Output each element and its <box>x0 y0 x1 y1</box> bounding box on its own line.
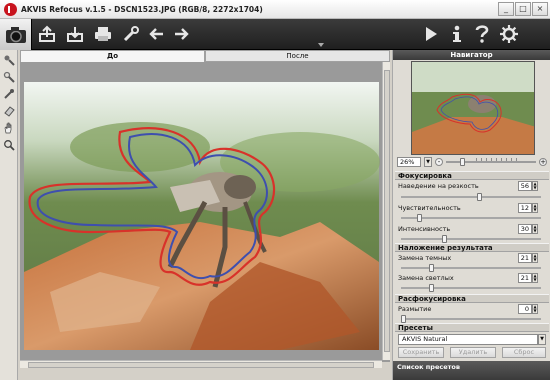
window-controls: _ □ × <box>498 2 548 16</box>
dark-replace-value[interactable]: 21 <box>518 253 532 263</box>
delete-preset-button[interactable]: Удалить <box>450 347 496 358</box>
presets-section-title: Пресеты <box>395 323 549 332</box>
settings-icon[interactable] <box>498 23 520 45</box>
dark-replace-label: Замена темных <box>398 254 452 262</box>
main-toolbar <box>0 19 550 50</box>
intensity-spin-icon[interactable]: ▲ ▼ <box>532 224 538 234</box>
blur-brush-icon[interactable] <box>2 70 16 84</box>
sharpness-slider[interactable] <box>401 193 541 201</box>
save-icon[interactable] <box>64 23 86 45</box>
preset-dropdown-icon[interactable]: ▼ <box>538 334 546 345</box>
zoom-value[interactable]: 26% <box>397 157 421 167</box>
light-replace-label: Замена светлых <box>398 274 454 282</box>
dropper-icon[interactable] <box>2 87 16 101</box>
zoom-in-button[interactable]: + <box>539 158 547 166</box>
image-canvas[interactable] <box>20 62 390 362</box>
zoom-slider[interactable] <box>446 158 536 166</box>
maximize-button[interactable]: □ <box>515 2 531 16</box>
sensitivity-value[interactable]: 12 <box>518 203 532 213</box>
blur-label: Размытие <box>398 305 432 313</box>
moth-photo <box>24 82 380 350</box>
settings-panel: Навигатор 26% ▼ - + Фокусировка Наведени… <box>392 50 550 380</box>
tab-after[interactable]: После <box>205 50 390 62</box>
light-replace-slider[interactable] <box>401 284 541 292</box>
focus-brush-icon[interactable] <box>2 53 16 67</box>
vertical-scroll-thumb[interactable] <box>384 70 390 352</box>
blur-slider-knob[interactable] <box>401 315 406 323</box>
sharpness-value[interactable]: 56 <box>518 181 532 191</box>
zoom-ticks <box>476 158 520 161</box>
close-button[interactable]: × <box>532 2 548 16</box>
title-bar: AKVIS Refocus v.1.5 - DSCN1523.JPG (RGB/… <box>0 0 550 19</box>
reset-preset-button[interactable]: Сброс <box>502 347 546 358</box>
hand-icon[interactable] <box>2 121 16 135</box>
blur-spin-icon[interactable]: ▲ ▼ <box>532 304 538 314</box>
zoom-dropdown-icon[interactable]: ▼ <box>424 157 432 167</box>
horizontal-scrollbar[interactable] <box>20 360 382 368</box>
navigator-title: Навигатор <box>393 50 550 60</box>
light-replace-spin-icon[interactable]: ▲ ▼ <box>532 273 538 283</box>
sensitivity-spin-icon[interactable]: ▲ ▼ <box>532 203 538 213</box>
vertical-scrollbar[interactable] <box>382 62 390 360</box>
undo-icon[interactable] <box>146 23 168 45</box>
intensity-label: Интенсивность <box>398 225 451 233</box>
sensitivity-slider-knob[interactable] <box>417 214 422 222</box>
view-tabs: До После <box>20 50 390 62</box>
light-replace-slider-knob[interactable] <box>429 284 434 292</box>
preset-select[interactable]: AKVIS Natural <box>398 334 538 345</box>
toolbar-grip-icon <box>318 41 324 47</box>
zoom-icon[interactable] <box>2 138 16 152</box>
intensity-value[interactable]: 30 <box>518 224 532 234</box>
dark-replace-slider-knob[interactable] <box>429 264 434 272</box>
tab-before[interactable]: До <box>20 50 205 62</box>
open-icon[interactable] <box>36 23 58 45</box>
status-line <box>20 368 390 380</box>
info-icon[interactable] <box>446 23 468 45</box>
zoom-out-button[interactable]: - <box>435 158 443 166</box>
presets-list-title: Список пресетов <box>393 361 550 380</box>
zoom-slider-knob[interactable] <box>460 158 465 166</box>
minimize-button[interactable]: _ <box>498 2 514 16</box>
eraser-icon[interactable] <box>2 104 16 118</box>
redo-icon[interactable] <box>170 23 192 45</box>
save-preset-button[interactable]: Сохранить <box>398 347 444 358</box>
preferences-icon[interactable] <box>120 23 142 45</box>
intensity-slider[interactable] <box>401 235 541 243</box>
app-icon <box>4 2 17 16</box>
dark-replace-slider[interactable] <box>401 264 541 272</box>
sharpness-spin-icon[interactable]: ▲ ▼ <box>532 181 538 191</box>
zoom-row: 26% ▼ - + <box>397 156 547 168</box>
navigator-preview[interactable] <box>411 61 535 155</box>
window-title: AKVIS Refocus v.1.5 - DSCN1523.JPG (RGB/… <box>21 4 263 14</box>
sharpness-slider-knob[interactable] <box>477 193 482 201</box>
blur-value[interactable]: 0 <box>518 304 532 314</box>
overlay-section-title: Наложение результата <box>395 243 549 252</box>
defocus-section-title: Расфокусировка <box>395 294 549 303</box>
help-icon[interactable] <box>471 23 493 45</box>
print-icon[interactable] <box>92 23 114 45</box>
sensitivity-label: Чувствительность <box>398 204 461 212</box>
dark-replace-spin-icon[interactable]: ▲ ▼ <box>532 253 538 263</box>
tool-strip <box>0 50 18 380</box>
intensity-slider-knob[interactable] <box>442 235 447 243</box>
camera-logo-icon <box>0 19 32 50</box>
sharpness-label: Наведение на резкость <box>398 182 479 190</box>
sensitivity-slider[interactable] <box>401 214 541 222</box>
blur-slider[interactable] <box>401 315 541 323</box>
run-icon[interactable] <box>420 23 442 45</box>
light-replace-value[interactable]: 21 <box>518 273 532 283</box>
focus-section-title: Фокусировка <box>395 171 549 180</box>
